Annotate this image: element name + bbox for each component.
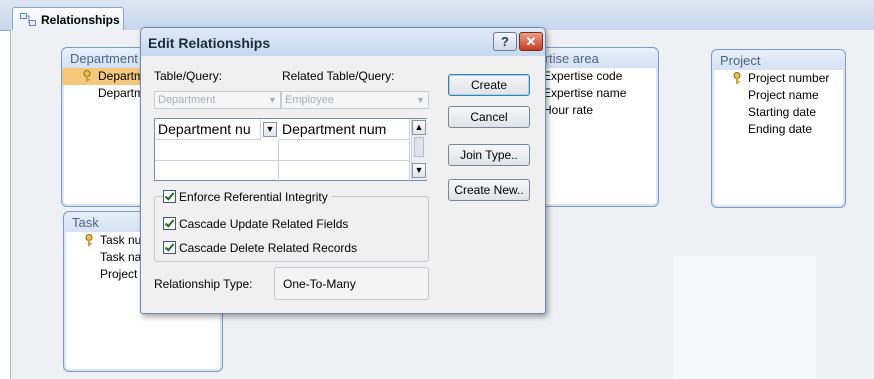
tab-relationships[interactable]: Relationships <box>12 7 124 31</box>
enforce-referential-integrity-checkbox[interactable]: Enforce Referential Integrity <box>163 190 332 204</box>
create-new-button[interactable]: Create New.. <box>448 179 530 201</box>
light-area <box>673 256 816 379</box>
table-title[interactable]: Project <box>712 50 845 70</box>
primary-key-icon <box>85 234 93 246</box>
related-table-query-label: Related Table/Query: <box>282 69 395 83</box>
scroll-thumb[interactable] <box>414 137 424 157</box>
chevron-down-icon: ▼ <box>268 95 277 105</box>
edit-relationships-dialog: Edit Relationships ? ✕ Table/Query: Rela… <box>140 27 546 314</box>
relationships-icon <box>20 13 36 26</box>
grid-cell[interactable] <box>155 161 279 182</box>
field-mapping-grid[interactable]: Department nu ▼ Department num ▲ ▼ <box>154 118 427 182</box>
primary-key-icon <box>733 72 741 84</box>
create-button[interactable]: Create <box>448 74 530 96</box>
relationship-type-box: One-To-Many <box>274 267 429 300</box>
dialog-title: Edit Relationships <box>148 35 271 51</box>
scroll-down-icon[interactable]: ▼ <box>412 163 426 178</box>
related-table-query-select[interactable]: Employee ▼ <box>281 91 429 109</box>
dialog-title-bar[interactable]: Edit Relationships ? ✕ <box>141 28 545 56</box>
field-starting-date[interactable]: Starting date <box>712 104 845 121</box>
grid-cell[interactable] <box>279 140 410 161</box>
chevron-down-icon[interactable]: ▼ <box>263 122 277 137</box>
left-field-cell[interactable]: Department nu <box>155 119 261 140</box>
relationship-type-value: One-To-Many <box>283 277 356 291</box>
tab-label: Relationships <box>41 13 120 27</box>
field-project-number[interactable]: Project number <box>712 70 845 87</box>
table-query-select[interactable]: Department ▼ <box>154 91 281 109</box>
grid-cell[interactable] <box>279 161 410 182</box>
help-button[interactable]: ? <box>493 32 517 51</box>
right-field-cell[interactable]: Department num <box>279 119 410 140</box>
field-ending-date[interactable]: Ending date <box>712 121 845 138</box>
grid-scrollbar[interactable]: ▲ ▼ <box>411 119 427 180</box>
relationship-type-label: Relationship Type: <box>154 277 253 291</box>
chevron-down-icon: ▼ <box>416 95 425 105</box>
field-project-name[interactable]: Project name <box>712 87 845 104</box>
cascade-delete-checkbox[interactable]: Cascade Delete Related Records <box>163 241 357 255</box>
checkbox-checked-icon <box>163 217 176 230</box>
table-project[interactable]: Project Project number Project name Star… <box>711 49 846 208</box>
primary-key-icon <box>83 70 91 82</box>
grid-cell[interactable] <box>155 140 279 161</box>
table-query-label: Table/Query: <box>154 69 223 83</box>
checkbox-checked-icon <box>163 241 176 254</box>
checkbox-checked-icon <box>163 190 176 203</box>
cancel-button[interactable]: Cancel <box>448 106 530 128</box>
scroll-up-icon[interactable]: ▲ <box>412 120 426 135</box>
close-button[interactable]: ✕ <box>519 32 543 51</box>
cascade-update-checkbox[interactable]: Cascade Update Related Fields <box>163 217 348 231</box>
join-type-button[interactable]: Join Type.. <box>448 144 530 166</box>
